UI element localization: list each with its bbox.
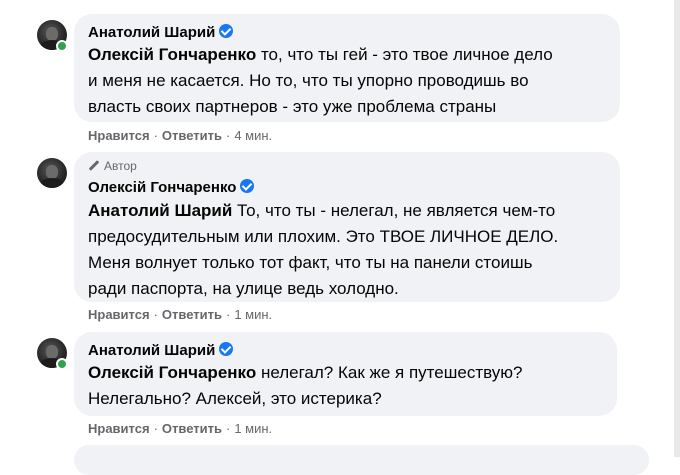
comment-line: предосудительным или плохим. Это ТВОЕ ЛИ…	[88, 227, 559, 246]
separator-dot: ·	[153, 128, 158, 143]
mention-link[interactable]: Анатолий Шарий	[88, 201, 232, 220]
comment-line: Нелегально? Алексей, это истерика?	[88, 389, 382, 408]
comment-line: то, что ты гей - это твое личное дело	[256, 45, 553, 64]
pencil-icon	[88, 160, 100, 171]
online-status-icon	[56, 358, 68, 370]
author-name[interactable]: Анатолий Шарий	[88, 342, 215, 359]
verified-badge-icon	[219, 342, 234, 356]
author-name[interactable]: Олексій Гончаренко	[88, 179, 236, 196]
scrollbar[interactable]	[674, 0, 680, 457]
mention-link[interactable]: Олексій Гончаренко	[88, 45, 256, 64]
reply-button[interactable]: Ответить	[162, 307, 222, 322]
verified-badge-icon	[219, 24, 234, 38]
separator-dot: ·	[225, 307, 231, 322]
comment-timestamp[interactable]: 4 мин.	[234, 128, 272, 143]
like-button[interactable]: Нравится	[88, 128, 150, 143]
reply-button[interactable]: Ответить	[162, 421, 222, 436]
separator-dot: ·	[153, 421, 158, 436]
separator-dot: ·	[153, 307, 158, 322]
mention-link[interactable]: Олексій Гончаренко	[88, 363, 256, 382]
comment-author[interactable]: Олексій Гончаренко	[88, 179, 255, 196]
avatar[interactable]	[37, 158, 67, 188]
reply-input-box[interactable]	[74, 445, 649, 475]
comment-line: власть своих партнеров - это уже проблем…	[88, 97, 497, 116]
comment-line: Меня волнует только тот факт, что ты на …	[88, 253, 533, 272]
comment-bubble: Анатолий Шарий Олексій Гончаренко то, чт…	[74, 14, 620, 122]
like-button[interactable]: Нравится	[88, 307, 150, 322]
comment-actions: Нравится · Ответить · 1 мин.	[88, 421, 272, 436]
comment-line: нелегал? Как же я путешествую?	[256, 363, 523, 382]
comment-author[interactable]: Анатолий Шарий	[88, 24, 234, 41]
comment-actions: Нравится · Ответить · 4 мин.	[88, 128, 272, 143]
comment-line: ради паспорта, на улице ведь холодно.	[88, 279, 399, 298]
reply-button[interactable]: Ответить	[162, 128, 222, 143]
avatar-face	[46, 345, 58, 359]
comment-actions: Нравится · Ответить · 1 мин.	[88, 307, 272, 322]
author-name[interactable]: Анатолий Шарий	[88, 24, 215, 41]
avatar-face	[46, 165, 58, 179]
comment-author[interactable]: Анатолий Шарий	[88, 342, 234, 359]
comment-timestamp[interactable]: 1 мин.	[234, 307, 272, 322]
online-status-icon	[56, 40, 68, 52]
comment-text: Олексій Гончаренко то, что ты гей - это …	[88, 42, 553, 120]
comment-line: и меня не касается. Но то, что ты упорно…	[88, 71, 529, 90]
comment-text: Анатолий Шарий То, что ты - нелегал, не …	[88, 198, 558, 302]
comment-bubble: Автор Олексій Гончаренко Анатолий Шарий …	[74, 152, 620, 302]
separator-dot: ·	[225, 421, 231, 436]
comment-bubble: Анатолий Шарий Олексій Гончаренко нелега…	[74, 332, 617, 416]
comment-text: Олексій Гончаренко нелегал? Как же я пут…	[88, 360, 522, 412]
comment-timestamp[interactable]: 1 мин.	[234, 421, 272, 436]
author-badge: Автор	[88, 159, 137, 173]
author-badge-label: Автор	[104, 159, 137, 173]
like-button[interactable]: Нравится	[88, 421, 150, 436]
comment-line: То, что ты - нелегал, не является чем-то	[232, 201, 556, 220]
separator-dot: ·	[225, 128, 231, 143]
avatar-face	[46, 27, 58, 41]
avatar-shoulders	[40, 178, 64, 188]
verified-badge-icon	[240, 179, 255, 193]
